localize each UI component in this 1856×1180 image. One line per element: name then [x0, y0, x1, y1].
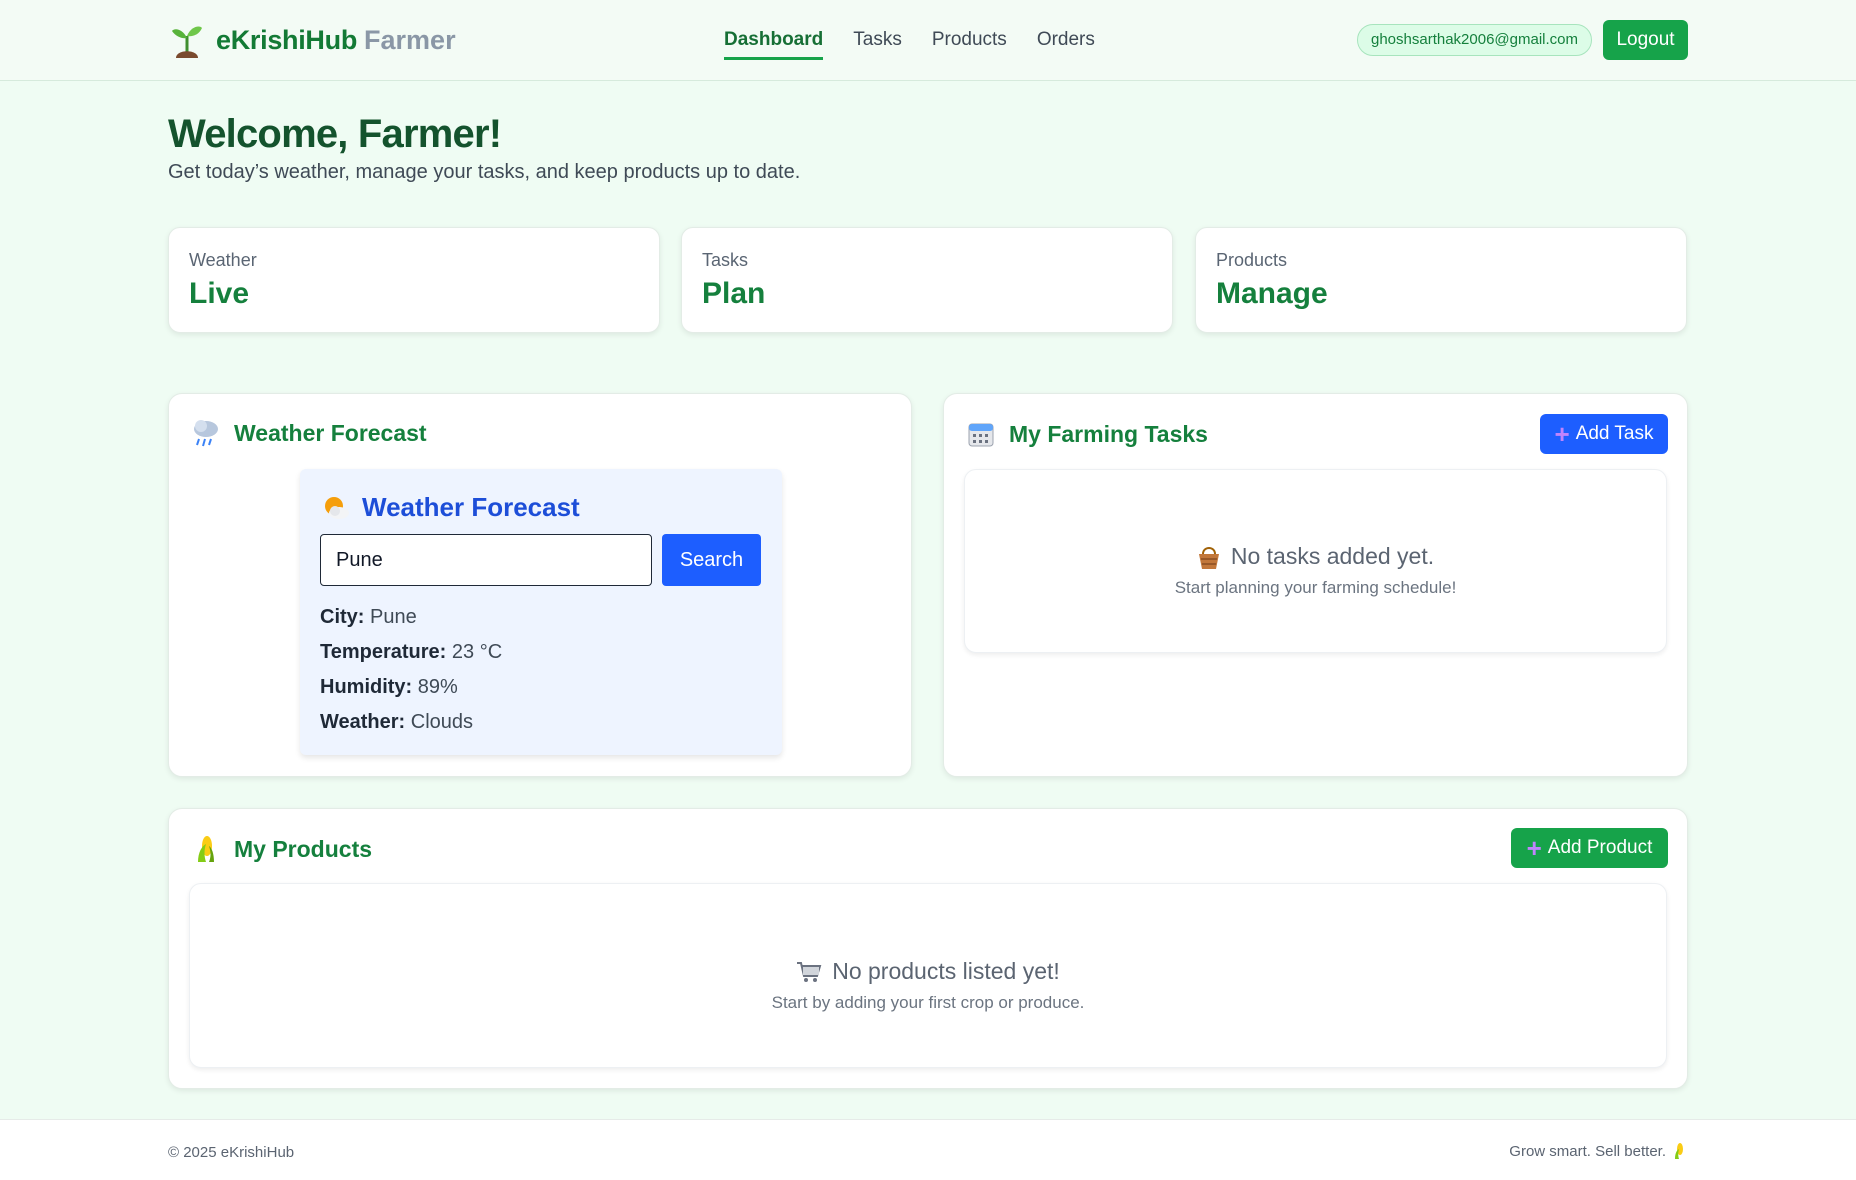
top-navbar: eKrishiHub Farmer Dashboard Tasks Produc…	[0, 0, 1856, 81]
panel-title-text: Weather Forecast	[234, 419, 427, 446]
footer: © 2025 eKrishiHub Grow smart. Sell bette…	[0, 1119, 1856, 1180]
panel-title-text: My Farming Tasks	[1009, 420, 1208, 447]
weather-humidity-row: Humidity: 89%	[320, 676, 458, 699]
stat-value: Manage	[1216, 277, 1328, 310]
tasks-empty-state: No tasks added yet. Start planning your …	[964, 469, 1667, 653]
footer-tagline-text: Grow smart. Sell better.	[1509, 1142, 1666, 1160]
stat-value: Plan	[702, 277, 766, 310]
empty-message-text: No tasks added yet.	[1230, 543, 1435, 569]
cart-icon	[797, 961, 822, 982]
footer-tagline: Grow smart. Sell better.	[1509, 1142, 1686, 1160]
stat-label: Products	[1216, 250, 1288, 270]
row-value: Clouds	[410, 711, 474, 733]
row-value: 89%	[417, 676, 458, 698]
city-search-input[interactable]	[320, 534, 652, 586]
page-title: Welcome, Farmer!	[168, 112, 502, 156]
stat-card-weather: Weather Live	[168, 227, 660, 333]
empty-message: No tasks added yet.	[965, 543, 1666, 570]
brand-name: eKrishiHub	[216, 24, 358, 55]
stat-label: Tasks	[702, 250, 749, 270]
empty-message-text: No products listed yet!	[832, 958, 1060, 984]
row-label: Humidity:	[320, 676, 413, 698]
row-label: Temperature:	[320, 641, 447, 663]
empty-hint: Start planning your farming schedule!	[1174, 578, 1457, 597]
row-value: Pune	[370, 606, 417, 628]
row-label: City:	[320, 606, 365, 628]
stat-card-tasks: Tasks Plan	[681, 227, 1173, 333]
stat-value: Live	[189, 277, 250, 310]
weather-widget-title: Weather Forecast	[322, 492, 580, 523]
logout-button[interactable]: Logout	[1603, 20, 1688, 60]
nav-tasks[interactable]: Tasks	[853, 29, 902, 60]
brand-logo[interactable]: eKrishiHub Farmer	[170, 22, 456, 58]
sun-cloud-icon	[325, 496, 349, 519]
panel-title-text: My Products	[234, 835, 373, 862]
button-label: Add Task	[1575, 423, 1654, 444]
products-empty-state: No products listed yet! Start by adding …	[189, 883, 1667, 1068]
add-product-button[interactable]: + Add Product	[1511, 828, 1668, 868]
corn-icon	[1675, 1143, 1683, 1159]
nav-dashboard[interactable]: Dashboard	[724, 29, 824, 60]
weather-condition-row: Weather: Clouds	[320, 711, 473, 734]
plus-icon: +	[1526, 833, 1542, 863]
brand-role: Farmer	[364, 24, 456, 55]
nav-orders[interactable]: Orders	[1037, 29, 1095, 60]
row-label: Weather:	[320, 711, 406, 733]
empty-message: No products listed yet!	[190, 958, 1666, 985]
stat-label: Weather	[189, 250, 257, 270]
calendar-icon	[968, 423, 994, 447]
weather-widget: Weather Forecast Search City: Pune Tempe…	[300, 469, 782, 755]
main-nav: Dashboard Tasks Products Orders	[724, 29, 1125, 60]
add-task-button[interactable]: + Add Task	[1540, 414, 1668, 454]
search-button[interactable]: Search	[662, 534, 761, 586]
rain-cloud-icon	[194, 420, 218, 447]
page-subtitle: Get today’s weather, manage your tasks, …	[168, 161, 801, 183]
tasks-panel-title: My Farming Tasks	[967, 420, 1208, 448]
weather-widget-title-text: Weather Forecast	[362, 492, 580, 522]
row-value: 23 °C	[451, 641, 503, 663]
stat-card-products: Products Manage	[1195, 227, 1687, 333]
seedling-icon	[172, 26, 202, 58]
plus-icon: +	[1554, 419, 1570, 449]
corn-icon	[198, 836, 214, 862]
weather-panel-title: Weather Forecast	[192, 418, 427, 448]
footer-copyright: © 2025 eKrishiHub	[168, 1144, 295, 1161]
products-panel-title: My Products	[192, 834, 372, 864]
button-label: Add Product	[1547, 837, 1653, 858]
user-email-badge: ghoshsarthak2006@gmail.com	[1357, 24, 1593, 56]
nav-products[interactable]: Products	[932, 29, 1007, 60]
weather-city-row: City: Pune	[320, 606, 417, 629]
basket-icon	[1198, 546, 1219, 569]
empty-hint: Start by adding your first crop or produ…	[771, 993, 1085, 1012]
weather-temperature-row: Temperature: 23 °C	[320, 641, 502, 664]
